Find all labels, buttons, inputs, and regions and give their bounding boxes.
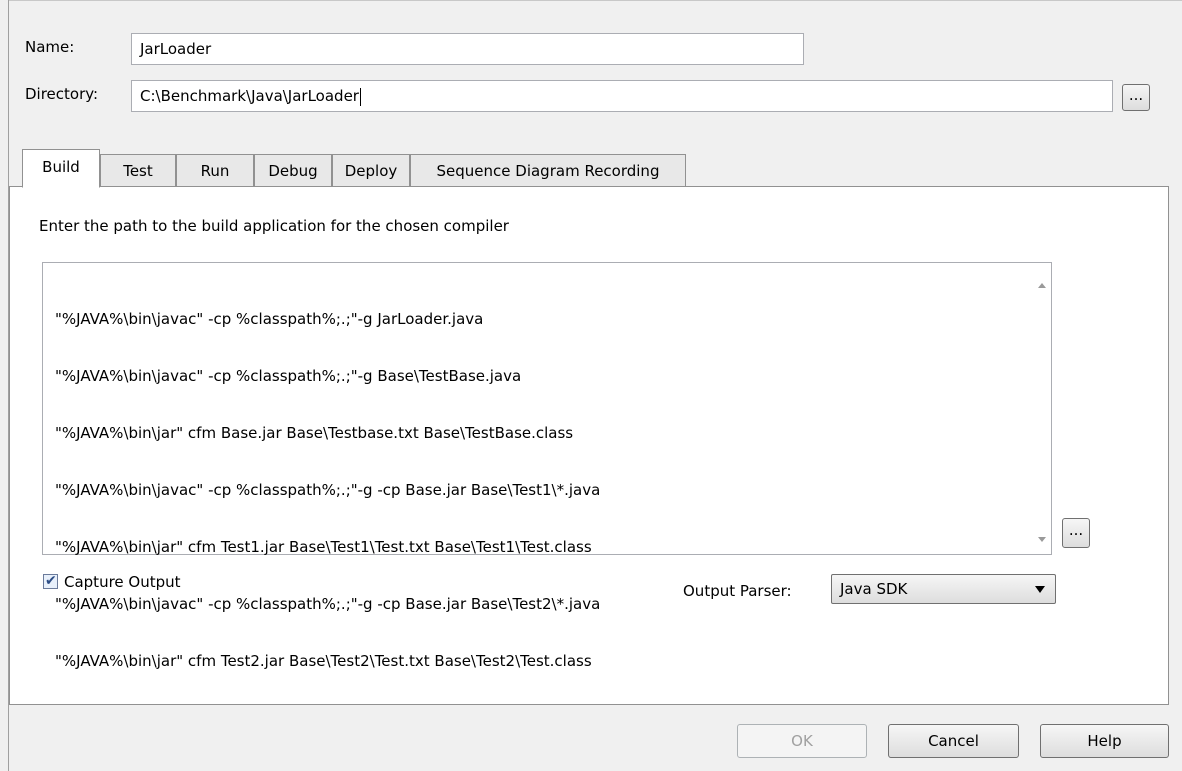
chevron-down-icon	[1035, 586, 1045, 593]
script-line: "%JAVA%\bin\javac" -cp %classpath%;.;"-g…	[55, 367, 522, 385]
script-line: "%JAVA%\bin\javac" -cp %classpath%;.;"-g…	[55, 481, 601, 499]
directory-browse-button[interactable]: ...	[1122, 84, 1150, 111]
tab-run[interactable]: Run	[176, 154, 254, 186]
directory-label: Directory:	[25, 85, 99, 103]
vertical-scrollbar[interactable]	[1033, 263, 1051, 554]
build-instruction-text: Enter the path to the build application …	[39, 217, 509, 235]
scroll-down-arrow-icon[interactable]	[1038, 537, 1046, 542]
build-script-lines: "%JAVA%\bin\javac" -cp %classpath%;.;"-g…	[55, 272, 600, 709]
script-line: "%JAVA%\bin\javac" -cp %classpath%;.;"-g…	[55, 595, 601, 613]
scroll-up-arrow-icon[interactable]	[1038, 283, 1046, 288]
capture-output-label: Capture Output	[64, 573, 181, 591]
directory-field-value: C:\Benchmark\Java\JarLoader	[140, 87, 359, 105]
name-field-value: JarLoader	[140, 40, 212, 58]
script-line: "%JAVA%\bin\jar" cfm Test1.jar Base\Test…	[55, 538, 592, 556]
tab-sequence-diagram-recording[interactable]: Sequence Diagram Recording	[410, 154, 686, 186]
text-caret	[359, 87, 361, 106]
ok-button[interactable]: OK	[737, 724, 867, 758]
output-parser-select[interactable]: Java SDK	[831, 574, 1056, 604]
checkmark-icon: ✔	[45, 573, 57, 589]
dialog-top-border	[8, 0, 1182, 1]
build-script-browse-button[interactable]: ...	[1062, 518, 1090, 548]
cancel-button[interactable]: Cancel	[888, 724, 1019, 758]
tab-debug[interactable]: Debug	[254, 154, 332, 186]
tab-test[interactable]: Test	[100, 154, 176, 186]
capture-output-checkbox[interactable]: ✔	[43, 573, 58, 589]
help-button[interactable]: Help	[1040, 724, 1169, 758]
name-label: Name:	[25, 38, 75, 56]
tab-build[interactable]: Build	[22, 149, 100, 188]
directory-field[interactable]: C:\Benchmark\Java\JarLoader	[131, 80, 1113, 112]
tab-deploy[interactable]: Deploy	[332, 154, 410, 186]
script-line: "%JAVA%\bin\jar" cfm Test2.jar Base\Test…	[55, 652, 592, 670]
name-field[interactable]: JarLoader	[131, 33, 804, 65]
output-parser-value: Java SDK	[840, 580, 908, 598]
build-script-textarea[interactable]: "%JAVA%\bin\javac" -cp %classpath%;.;"-g…	[42, 262, 1052, 670]
output-parser-label: Output Parser:	[683, 582, 792, 600]
script-line: "%JAVA%\bin\jar" cfm Base.jar Base\Testb…	[55, 424, 574, 442]
script-line: "%JAVA%\bin\javac" -cp %classpath%;.;"-g…	[55, 310, 484, 328]
